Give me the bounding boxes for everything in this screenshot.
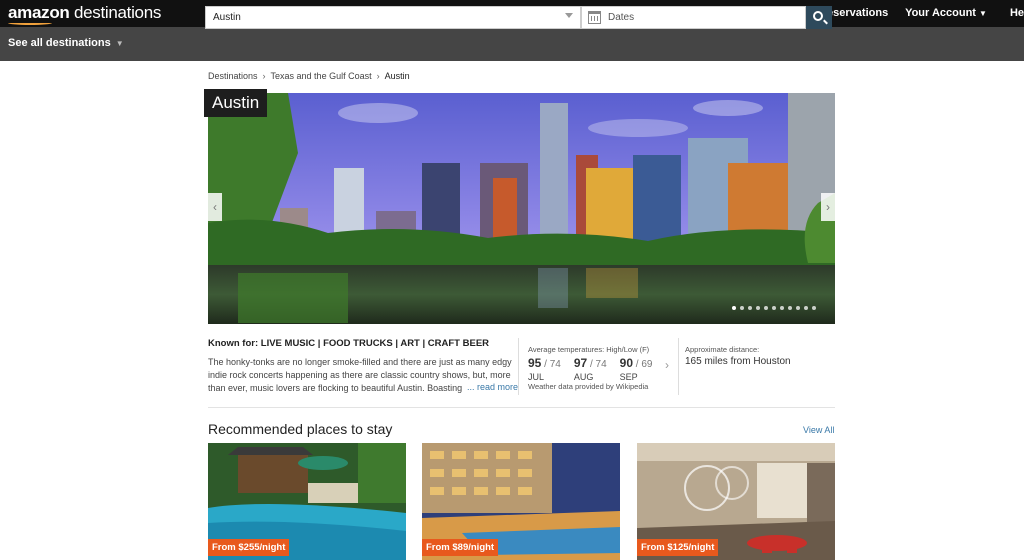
carousel-dot[interactable] — [740, 306, 744, 310]
logo-sub: destinations — [73, 3, 162, 22]
section-divider — [208, 407, 835, 408]
temp-item: 97 / 74 AUG — [574, 356, 607, 382]
see-all-label: See all destinations — [8, 37, 111, 49]
amazon-destinations-logo[interactable]: amazon destinations — [8, 3, 161, 23]
chevron-right-icon: › — [826, 200, 830, 214]
carousel-dot[interactable] — [780, 306, 784, 310]
carousel-dot[interactable] — [748, 306, 752, 310]
distance-value: 165 miles from Houston — [685, 356, 791, 367]
breadcrumb-separator: › — [376, 71, 380, 81]
breadcrumb-current: Austin — [384, 71, 410, 81]
known-for-label: Known for: — [208, 338, 259, 349]
breadcrumb-region[interactable]: Texas and the Gulf Coast — [271, 71, 372, 81]
breadcrumb: Destinations › Texas and the Gulf Coast › Au… — [208, 71, 410, 81]
amazon-smile-icon — [8, 21, 52, 25]
destination-input[interactable]: Austin — [205, 6, 581, 29]
hotel-card[interactable]: From $125/night — [637, 443, 835, 560]
search-button[interactable] — [806, 6, 832, 29]
carousel-next-button[interactable]: › — [821, 193, 835, 221]
hero-carousel-image — [208, 93, 835, 324]
nav-your-account[interactable]: Your Account ▼ — [905, 7, 987, 19]
temp-item: 90 / 69 SEP — [620, 356, 653, 382]
read-more-link[interactable]: ... read more — [467, 382, 518, 392]
chevron-left-icon: ‹ — [213, 200, 217, 214]
logo-brand: amazon — [8, 3, 70, 22]
breadcrumb-destinations[interactable]: Destinations — [208, 71, 258, 81]
temp-high: 97 — [573, 356, 588, 370]
carousel-dot[interactable] — [812, 306, 816, 310]
price-badge: From $125/night — [637, 539, 719, 556]
search-icon — [813, 11, 823, 21]
see-all-destinations-button[interactable]: See all destinations ▼ — [8, 37, 124, 49]
carousel-dot[interactable] — [772, 306, 776, 310]
distance-header: Approximate distance: — [685, 345, 760, 354]
temp-low: 74 — [595, 359, 607, 370]
temp-month: JUL — [528, 372, 545, 382]
temp-low: 74 — [549, 359, 561, 370]
search-bar: See all destinations ▼ — [0, 27, 1024, 61]
temp-high: 90 — [619, 356, 634, 370]
temp-item: 95 / 74 JUL — [528, 356, 561, 382]
temp-separator: / — [587, 359, 596, 370]
temp-month: AUG — [573, 372, 594, 382]
chevron-down-icon: ▼ — [115, 39, 124, 48]
temp-high: 95 — [528, 356, 542, 370]
carousel-dot[interactable] — [804, 306, 808, 310]
known-for-values: LIVE MUSIC | FOOD TRUCKS | ART | CRAFT B… — [260, 338, 490, 349]
dropdown-caret-icon[interactable] — [565, 13, 573, 18]
carousel-dots — [732, 306, 816, 310]
price-badge: From $255/night — [208, 539, 290, 556]
city-title: Austin — [204, 89, 268, 117]
carousel-prev-button[interactable]: ‹ — [208, 193, 222, 221]
temps-header: Average temperatures: High/Low (F) — [528, 345, 650, 354]
hotel-card[interactable]: From $255/night — [208, 443, 406, 560]
nav-help[interactable]: He — [1010, 7, 1024, 19]
price-badge: From $89/night — [422, 539, 499, 556]
breadcrumb-separator: › — [262, 71, 266, 81]
temp-low: 69 — [641, 359, 653, 370]
dates-placeholder: Dates — [608, 12, 635, 23]
temp-high-low: 97 / 74 — [574, 356, 607, 370]
temp-month: SEP — [619, 372, 638, 382]
carousel-dot[interactable] — [788, 306, 792, 310]
divider — [678, 338, 679, 395]
view-all-link[interactable]: View All — [803, 425, 834, 435]
temps-next-icon[interactable]: › — [665, 358, 669, 372]
temperature-list: 95 / 74 JUL 97 / 74 AUG 90 / 69 SEP — [528, 356, 652, 382]
temp-high-low: 90 / 69 — [620, 356, 653, 370]
carousel-dot[interactable] — [796, 306, 800, 310]
calendar-icon — [588, 11, 601, 24]
divider — [518, 338, 519, 395]
recommended-title: Recommended places to stay — [208, 421, 393, 437]
hotel-card[interactable]: From $89/night — [422, 443, 620, 560]
nav-your-account-label: Your Account — [905, 7, 976, 19]
carousel-dot[interactable] — [732, 306, 736, 310]
dates-input[interactable]: Dates — [581, 6, 806, 29]
temp-high-low: 95 / 74 — [528, 356, 561, 370]
temp-separator: / — [541, 359, 550, 370]
carousel-dot[interactable] — [764, 306, 768, 310]
chevron-down-icon: ▼ — [978, 9, 987, 18]
weather-source: Weather data provided by Wikipedia — [528, 382, 649, 391]
known-for: Known for: LIVE MUSIC | FOOD TRUCKS | AR… — [208, 338, 489, 349]
carousel-dot[interactable] — [756, 306, 760, 310]
